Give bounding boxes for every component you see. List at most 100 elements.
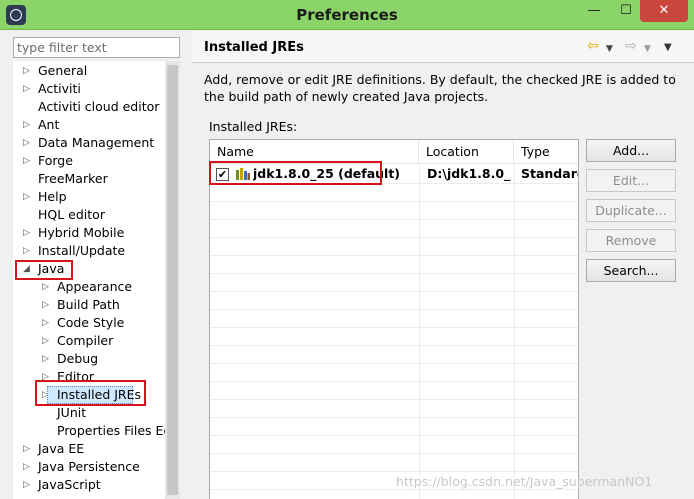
tree-item[interactable]: ▷ Data Management bbox=[13, 134, 165, 152]
tree-item-label: Appearance bbox=[57, 279, 133, 294]
tree-item[interactable]: ▷ Hybrid Mobile bbox=[13, 224, 165, 242]
table-gridline bbox=[210, 291, 578, 292]
tree-item[interactable]: Properties Files Ed bbox=[13, 422, 165, 440]
installed-jres-node-highlight bbox=[35, 380, 146, 406]
collapsed-arrow-icon[interactable]: ▷ bbox=[23, 242, 30, 260]
jre-table[interactable]: Name Location Type ✔ jdk1.8.0_25 (defaul… bbox=[209, 139, 579, 499]
tree-item-label: General bbox=[38, 63, 88, 78]
collapsed-arrow-icon[interactable]: ▷ bbox=[23, 134, 30, 152]
table-gridline bbox=[210, 453, 578, 454]
tree-item[interactable]: ▷ Ant bbox=[13, 116, 165, 134]
tree-item-label: Install/Update bbox=[38, 243, 126, 258]
table-gridline bbox=[210, 363, 578, 364]
table-gridline bbox=[210, 309, 578, 310]
tree-item-label: Code Style bbox=[57, 315, 125, 330]
close-button[interactable]: ✕ bbox=[640, 0, 688, 22]
table-gridline bbox=[210, 471, 578, 472]
page-title: Installed JREs bbox=[204, 40, 304, 55]
tree-item[interactable]: ▷ Build Path bbox=[13, 296, 165, 314]
jre-location: D:\jdk1.8.0_... bbox=[427, 166, 511, 181]
tree-scrollbar-thumb[interactable] bbox=[167, 65, 178, 495]
tree-item[interactable]: ▷ Forge bbox=[13, 152, 165, 170]
collapsed-arrow-icon[interactable]: ▷ bbox=[42, 296, 49, 314]
default-jre-highlight bbox=[209, 161, 382, 185]
tree-item-label: Debug bbox=[57, 351, 99, 366]
forward-icon[interactable]: ⇨ bbox=[625, 38, 637, 54]
collapsed-arrow-icon[interactable]: ▷ bbox=[23, 440, 30, 458]
tree-item-label: Forge bbox=[38, 153, 73, 168]
tree-item[interactable]: Activiti cloud editor bbox=[13, 98, 165, 116]
tree-item-label: Ant bbox=[38, 117, 60, 132]
collapsed-arrow-icon[interactable]: ▷ bbox=[23, 62, 30, 80]
filter-input[interactable] bbox=[13, 37, 180, 58]
table-gridline bbox=[210, 237, 578, 238]
search-button[interactable]: Search... bbox=[586, 259, 676, 282]
collapsed-arrow-icon[interactable]: ▷ bbox=[23, 224, 30, 242]
collapsed-arrow-icon[interactable]: ▷ bbox=[42, 278, 49, 296]
table-gridline bbox=[210, 327, 578, 328]
tree-item[interactable]: ▷ Java EE bbox=[13, 440, 165, 458]
table-gridline bbox=[210, 255, 578, 256]
edit-button[interactable]: Edit... bbox=[586, 169, 676, 192]
column-divider bbox=[419, 164, 420, 499]
collapsed-arrow-icon[interactable]: ▷ bbox=[42, 332, 49, 350]
collapsed-arrow-icon[interactable]: ▷ bbox=[23, 476, 30, 494]
collapsed-arrow-icon[interactable]: ▷ bbox=[23, 116, 30, 134]
table-gridline bbox=[210, 201, 578, 202]
tree-item[interactable]: ▷ Compiler bbox=[13, 332, 165, 350]
tree-item-label: Compiler bbox=[57, 333, 114, 348]
forward-dropdown-icon[interactable]: ▼ bbox=[644, 41, 651, 57]
tree-item-label: Build Path bbox=[57, 297, 120, 312]
tree-item[interactable]: ▷ Install/Update bbox=[13, 242, 165, 260]
table-gridline bbox=[210, 489, 578, 490]
view-menu-icon[interactable]: ▼ bbox=[664, 40, 672, 56]
table-gridline bbox=[210, 219, 578, 220]
column-header-location[interactable]: Location bbox=[419, 140, 514, 164]
tree-item[interactable]: JUnit bbox=[13, 404, 165, 422]
java-node-highlight bbox=[15, 260, 73, 280]
collapsed-arrow-icon[interactable]: ▷ bbox=[23, 80, 30, 98]
tree-item[interactable]: ▷ JavaScript bbox=[13, 476, 165, 494]
tree-scrollbar[interactable] bbox=[165, 61, 180, 499]
tree-item-label: Activiti bbox=[38, 81, 81, 96]
column-divider bbox=[514, 164, 515, 499]
remove-button[interactable]: Remove bbox=[586, 229, 676, 252]
collapsed-arrow-icon[interactable]: ▷ bbox=[23, 152, 30, 170]
tree-item-label: FreeMarker bbox=[38, 171, 108, 186]
column-header-type[interactable]: Type bbox=[514, 140, 578, 164]
installed-jres-label: Installed JREs: bbox=[209, 119, 298, 134]
collapsed-arrow-icon[interactable]: ▷ bbox=[42, 314, 49, 332]
back-icon[interactable]: ⇦ bbox=[587, 38, 599, 54]
tree-item-label: Data Management bbox=[38, 135, 155, 150]
tree-item[interactable]: ▷ Activiti bbox=[13, 80, 165, 98]
tree-item-label: Help bbox=[38, 189, 67, 204]
minimize-button[interactable]: — bbox=[580, 0, 608, 22]
tree-item[interactable]: ▷ Debug bbox=[13, 350, 165, 368]
tree-item-label: Hybrid Mobile bbox=[38, 225, 125, 240]
add-button[interactable]: Add... bbox=[586, 139, 676, 162]
preferences-tree: ▷ General ▷ Activiti Activiti cloud editor ▷ A… bbox=[13, 61, 165, 499]
table-gridline bbox=[210, 417, 578, 418]
preference-page: Installed JREs ⇦ ▼ ⇨ ▼ ▼ Add, remove or … bbox=[192, 31, 694, 499]
jre-type: Standard bbox=[521, 166, 578, 181]
collapsed-arrow-icon[interactable]: ▷ bbox=[42, 350, 49, 368]
back-dropdown-icon[interactable]: ▼ bbox=[606, 41, 613, 57]
tree-item-label: Java EE bbox=[38, 441, 85, 456]
tree-item-label: JavaScript bbox=[38, 477, 101, 492]
page-description: Add, remove or edit JRE definitions. By … bbox=[204, 72, 676, 104]
collapsed-arrow-icon[interactable]: ▷ bbox=[23, 188, 30, 206]
maximize-button[interactable]: ☐ bbox=[612, 0, 640, 22]
tree-item[interactable]: ▷ Java Persistence bbox=[13, 458, 165, 476]
tree-item[interactable]: ▷ Code Style bbox=[13, 314, 165, 332]
tree-item[interactable]: ▷ Appearance bbox=[13, 278, 165, 296]
collapsed-arrow-icon[interactable]: ▷ bbox=[23, 458, 30, 476]
tree-item[interactable]: FreeMarker bbox=[13, 170, 165, 188]
tree-item-label: JUnit bbox=[57, 405, 87, 420]
tree-item[interactable]: ▷ Help bbox=[13, 188, 165, 206]
duplicate-button[interactable]: Duplicate... bbox=[586, 199, 676, 222]
table-gridline bbox=[210, 345, 578, 346]
tree-item[interactable]: HQL editor bbox=[13, 206, 165, 224]
page-header: Installed JREs ⇦ ▼ ⇨ ▼ ▼ bbox=[192, 31, 694, 63]
tree-item-label: Java Persistence bbox=[38, 459, 140, 474]
tree-item[interactable]: ▷ General bbox=[13, 62, 165, 80]
